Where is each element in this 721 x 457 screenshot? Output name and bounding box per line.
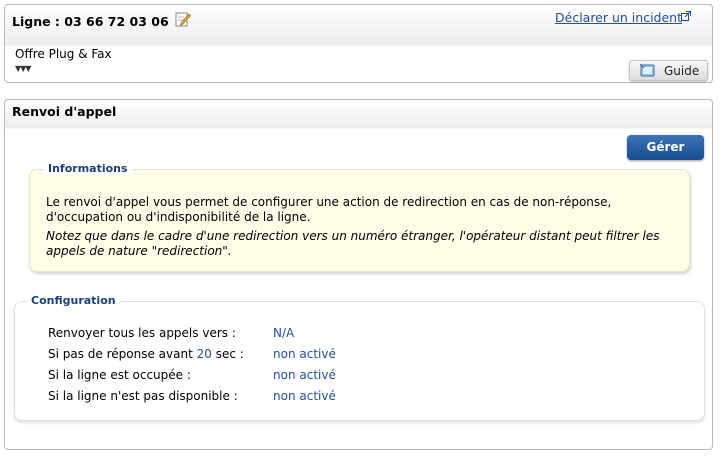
no-answer-delay: 20 <box>196 347 212 361</box>
config-value: non activé <box>273 368 336 382</box>
config-value: non activé <box>273 347 336 361</box>
manage-button[interactable]: Gérer <box>627 135 704 160</box>
expand-arrows-icon[interactable]: ▼▼▼ <box>15 64 32 73</box>
line-title: Ligne : 03 66 72 03 06 <box>12 14 169 29</box>
guide-button[interactable]: Guide <box>629 60 708 81</box>
call-forwarding-panel: Renvoi d'appel Gérer Informations Le ren… <box>4 99 713 450</box>
config-label-text: Si pas de réponse avant <box>48 347 197 361</box>
config-label: Renvoyer tous les appels vers : <box>48 326 236 340</box>
line-panel: Ligne : 03 66 72 03 06 Déclarer un incid… <box>4 4 713 83</box>
configuration-legend: Configuration <box>27 294 120 307</box>
configuration-box: Configuration Renvoyer tous les appels v… <box>14 294 705 421</box>
config-label: Si la ligne n'est pas disponible : <box>48 389 238 403</box>
report-incident-link[interactable]: Déclarer un incident <box>555 10 682 25</box>
section-title: Renvoi d'appel <box>12 104 117 119</box>
information-legend: Informations <box>44 162 132 175</box>
information-text: Le renvoi d'appel vous permet de configu… <box>46 195 612 224</box>
guide-label: Guide <box>664 64 700 78</box>
config-value: non activé <box>273 389 336 403</box>
edit-icon[interactable] <box>175 11 191 27</box>
information-box: Informations Le renvoi d'appel vous perm… <box>29 162 690 272</box>
offer-name: Offre Plug & Fax <box>15 47 112 61</box>
config-label-unit: sec : <box>211 347 244 361</box>
config-label: Si la ligne est occupée : <box>48 368 191 382</box>
config-label: Si pas de réponse avant 20 sec : <box>48 347 244 361</box>
config-value: N/A <box>273 326 295 340</box>
guide-book-icon <box>639 63 655 77</box>
external-link-icon <box>681 11 691 21</box>
information-note: Notez que dans le cadre d'une redirectio… <box>46 229 660 258</box>
